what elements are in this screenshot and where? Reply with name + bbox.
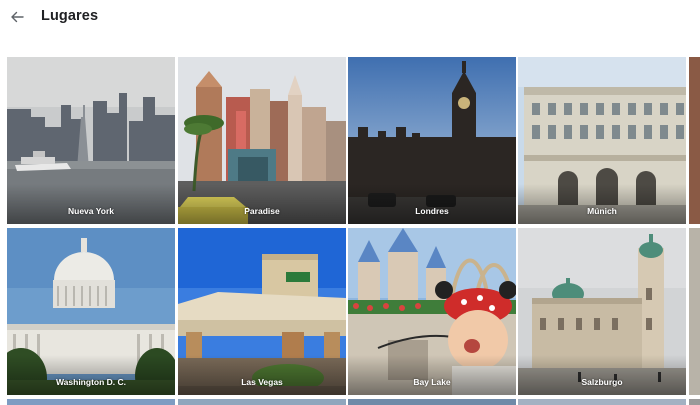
places-grid: Nueva York Paradise Londres Múnich Washi… <box>0 0 700 405</box>
place-tile-partial[interactable] <box>178 399 346 405</box>
place-label: Washington D. C. <box>55 377 127 387</box>
place-label: Nueva York <box>68 206 114 216</box>
place-label: Las Vegas <box>241 377 283 387</box>
place-tile-las-vegas[interactable]: Las Vegas <box>178 228 346 395</box>
place-tile-partial[interactable] <box>689 399 700 405</box>
place-tile-washington-dc[interactable]: Washington D. C. <box>7 228 175 395</box>
place-label: Londres <box>415 206 449 216</box>
place-label: Múnich <box>587 206 617 216</box>
place-tile-bay-lake[interactable]: Bay Lake <box>348 228 516 395</box>
place-tile-partial[interactable] <box>689 228 700 395</box>
place-label: Salzburgo <box>581 377 623 387</box>
place-tile-munich[interactable]: Múnich <box>518 57 686 224</box>
place-tile-nueva-york[interactable]: Nueva York <box>7 57 175 224</box>
place-tile-londres[interactable]: Londres <box>348 57 516 224</box>
place-tile-partial[interactable] <box>7 399 175 405</box>
place-tile-partial[interactable] <box>518 399 686 405</box>
place-tile-partial[interactable] <box>689 57 700 224</box>
place-label: Bay Lake <box>413 377 451 387</box>
place-tile-partial[interactable] <box>348 399 516 405</box>
place-tile-paradise[interactable]: Paradise <box>178 57 346 224</box>
place-tile-salzburgo[interactable]: Salzburgo <box>518 228 686 395</box>
places-screen: Lugares Nueva York Paradise Londres Múni… <box>0 0 700 405</box>
place-label: Paradise <box>244 206 280 216</box>
